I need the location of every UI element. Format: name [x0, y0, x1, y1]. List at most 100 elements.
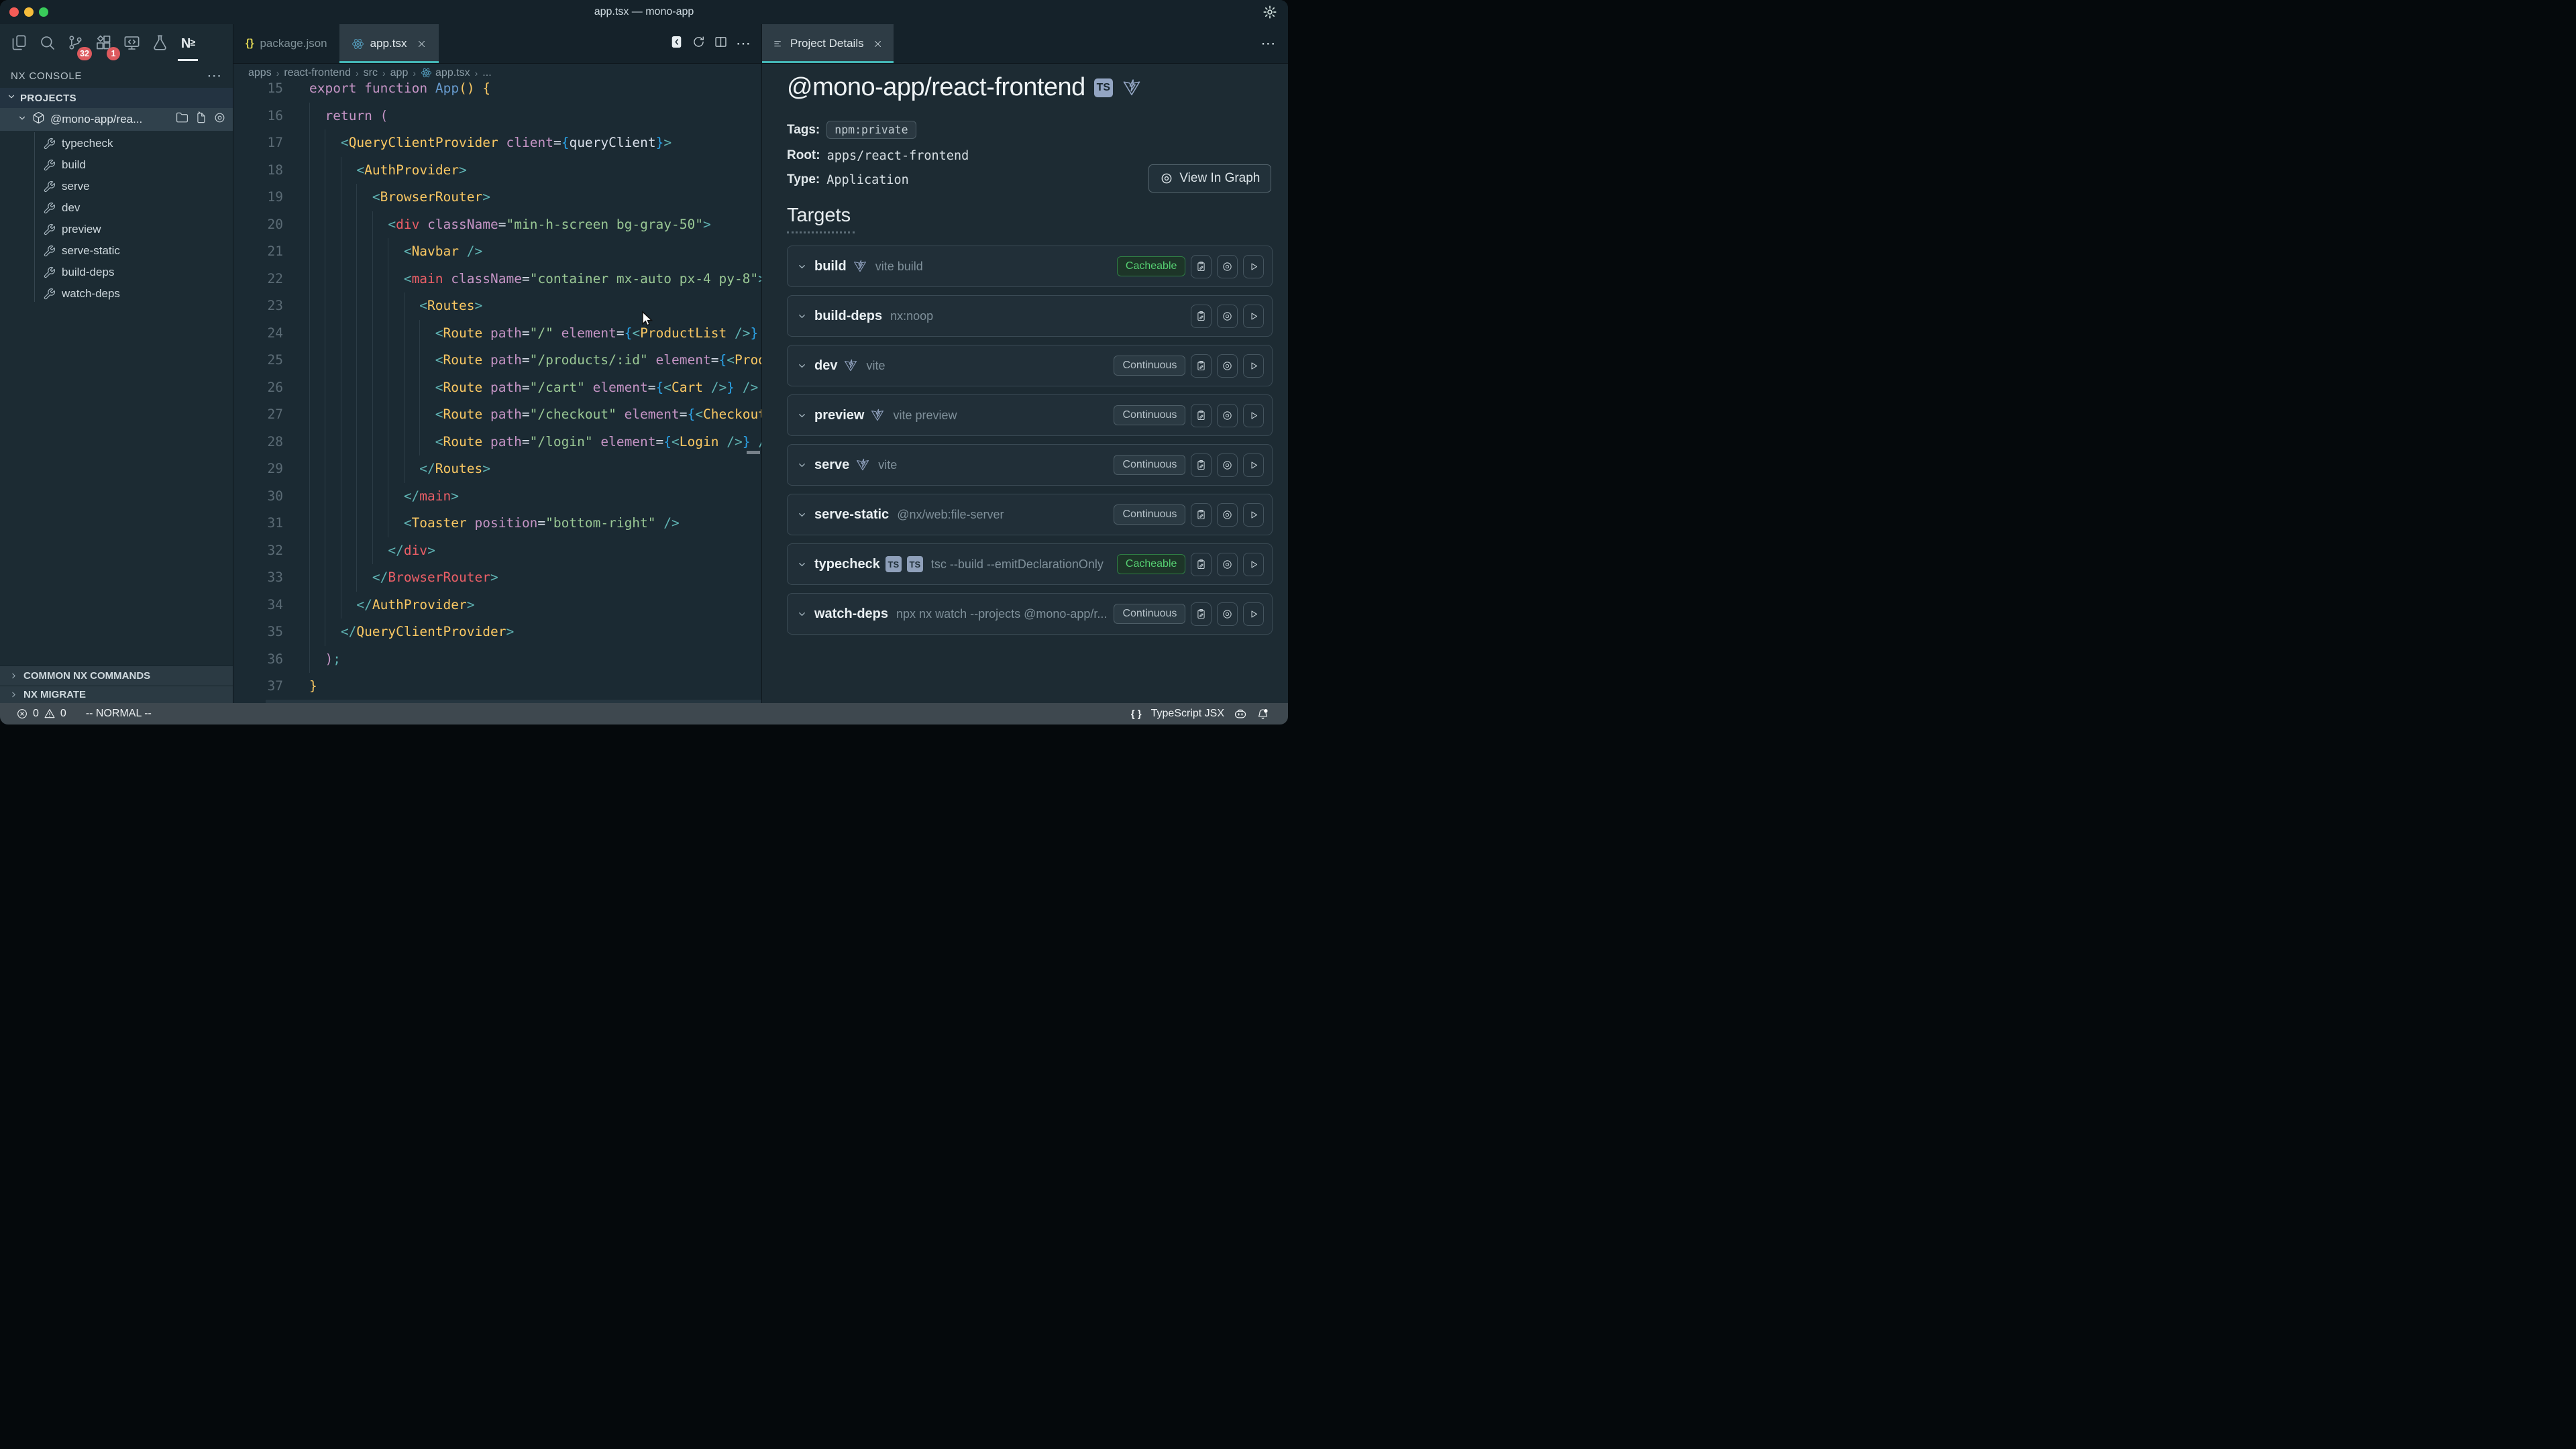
view-in-graph-icon[interactable]	[1217, 503, 1238, 527]
run-target-icon[interactable]	[1243, 255, 1264, 278]
run-target-icon[interactable]	[1243, 453, 1264, 477]
chevron-down-icon[interactable]	[797, 361, 807, 371]
tree-target-watch-deps[interactable]: watch-deps	[0, 283, 233, 305]
run-target-icon[interactable]	[1243, 553, 1264, 576]
sidebar-section-common-nx-commands[interactable]: COMMON NX COMMANDS	[0, 665, 233, 686]
copy-task-icon[interactable]	[1191, 354, 1212, 378]
sidebar-more-actions-icon[interactable]: ⋯	[207, 72, 222, 79]
chevron-right-icon	[9, 690, 18, 699]
view-in-graph-icon[interactable]	[1217, 305, 1238, 328]
view-in-graph-button[interactable]: View In Graph	[1148, 164, 1271, 193]
files-icon	[10, 34, 28, 55]
tab-app.tsx[interactable]: app.tsx	[339, 24, 439, 63]
show-target-icon[interactable]	[213, 111, 226, 127]
tags-row: Tags: npm:private	[787, 121, 1273, 139]
typescript-badge-icon: TS	[885, 556, 902, 572]
line-number: 32	[233, 537, 283, 565]
tree-target-build[interactable]: build	[0, 154, 233, 176]
activity-item-source-control[interactable]: 32	[63, 32, 87, 57]
tree-target-serve-static[interactable]: serve-static	[0, 240, 233, 262]
tree-target-build-deps[interactable]: build-deps	[0, 262, 233, 283]
chevron-down-icon[interactable]	[797, 609, 807, 619]
copy-task-icon[interactable]	[1191, 503, 1212, 527]
chevron-down-icon[interactable]	[797, 411, 807, 421]
language-mode[interactable]: TypeScript JSX	[1151, 708, 1224, 720]
scrollbar-thumb[interactable]	[747, 451, 760, 454]
view-in-graph-icon[interactable]	[1217, 553, 1238, 576]
chevron-down-icon[interactable]	[797, 510, 807, 520]
chevron-down-icon[interactable]	[797, 311, 807, 321]
line-number: 36	[233, 646, 283, 674]
tab-package.json[interactable]: {}package.json	[233, 24, 339, 63]
vim-mode-indicator: -- NORMAL --	[86, 708, 152, 720]
copy-task-icon[interactable]	[1191, 453, 1212, 477]
view-in-graph-icon[interactable]	[1217, 602, 1238, 626]
project-tree-item[interactable]: @mono-app/rea...	[0, 108, 233, 131]
copy-task-icon[interactable]	[1191, 404, 1212, 427]
projects-section-header[interactable]: PROJECTS	[0, 88, 233, 108]
project-title-row: @mono-app/react-frontend TS	[787, 73, 1273, 102]
run-target-icon[interactable]	[1243, 305, 1264, 328]
target-name: build-deps	[814, 309, 882, 324]
copy-task-icon[interactable]	[1191, 305, 1212, 328]
copy-task-icon[interactable]	[1191, 602, 1212, 626]
run-target-icon[interactable]	[1243, 503, 1264, 527]
copilot-icon[interactable]	[1234, 707, 1247, 720]
view-in-graph-icon[interactable]	[1217, 255, 1238, 278]
line-number: 19	[233, 184, 283, 211]
copy-task-icon[interactable]	[1191, 255, 1212, 278]
run-target-icon[interactable]	[1243, 404, 1264, 427]
target-command: vite build	[875, 260, 1110, 274]
breadcrumb-item-apps[interactable]: apps	[248, 67, 272, 79]
wrench-icon	[43, 180, 56, 193]
target-card-preview: previewvite previewContinuous	[787, 394, 1273, 436]
breadcrumb-item-app-tsx[interactable]: app.tsx	[421, 67, 470, 79]
panel-more-actions-icon[interactable]: ⋯	[1260, 35, 1288, 52]
status-problems[interactable]: 0 0 -- NORMAL --	[0, 708, 152, 720]
tree-target-typecheck[interactable]: typecheck	[0, 133, 233, 154]
open-folder-icon[interactable]	[176, 111, 189, 127]
run-target-icon[interactable]	[1243, 602, 1264, 626]
tree-target-serve[interactable]: serve	[0, 176, 233, 197]
activity-bar: 321 N≥	[0, 24, 233, 64]
line-number: 35	[233, 619, 283, 646]
close-icon[interactable]	[873, 39, 883, 49]
notifications-bell-icon[interactable]	[1256, 708, 1269, 720]
activity-item-explorer[interactable]	[7, 32, 31, 57]
refresh-icon[interactable]	[692, 35, 706, 52]
activity-item-testing[interactable]	[148, 32, 172, 57]
line-number: 33	[233, 564, 283, 592]
activity-item-extensions[interactable]: 1	[91, 32, 115, 57]
sidebar-section-nx-migrate[interactable]: NX MIGRATE	[0, 686, 233, 703]
targets-tree: typecheckbuildservedevpreviewserve-stati…	[0, 131, 233, 305]
chevron-down-icon[interactable]	[797, 559, 807, 570]
project-config-icon[interactable]	[195, 111, 207, 127]
view-in-graph-icon[interactable]	[1217, 453, 1238, 477]
typescript-badge-icon: TS	[907, 556, 923, 572]
open-changes-icon[interactable]	[669, 35, 684, 52]
view-in-graph-icon[interactable]	[1217, 354, 1238, 378]
editor-more-actions-icon[interactable]: ⋯	[736, 35, 751, 52]
chevron-down-icon[interactable]	[797, 460, 807, 470]
breadcrumb-item-app[interactable]: app	[390, 67, 409, 79]
breadcrumb-item----[interactable]: ...	[482, 67, 491, 79]
close-icon[interactable]	[417, 39, 427, 49]
chevron-down-icon[interactable]	[797, 262, 807, 272]
run-target-icon[interactable]	[1243, 354, 1264, 378]
split-editor-icon[interactable]	[714, 35, 728, 52]
activity-item-search[interactable]	[35, 32, 59, 57]
view-in-graph-icon[interactable]	[1217, 404, 1238, 427]
root-value: apps/react-frontend	[827, 149, 969, 163]
breadcrumb-item-react-frontend[interactable]: react-frontend	[284, 67, 351, 79]
activity-item-remote-explorer[interactable]	[119, 32, 144, 57]
activity-item-nx-console[interactable]: N≥	[176, 32, 200, 57]
breadcrumb-item-src[interactable]: src	[364, 67, 378, 79]
targets-list: buildvite buildCacheablebuild-depsnx:noo…	[787, 246, 1273, 635]
tags-label: Tags:	[787, 123, 820, 138]
code-editor[interactable]: 15export function App() {16return (17<Qu…	[233, 82, 761, 703]
tab-project-details[interactable]: Project Details	[762, 24, 894, 63]
settings-gear-icon[interactable]	[1263, 5, 1277, 23]
copy-task-icon[interactable]	[1191, 553, 1212, 576]
tree-target-preview[interactable]: preview	[0, 219, 233, 240]
tree-target-dev[interactable]: dev	[0, 197, 233, 219]
